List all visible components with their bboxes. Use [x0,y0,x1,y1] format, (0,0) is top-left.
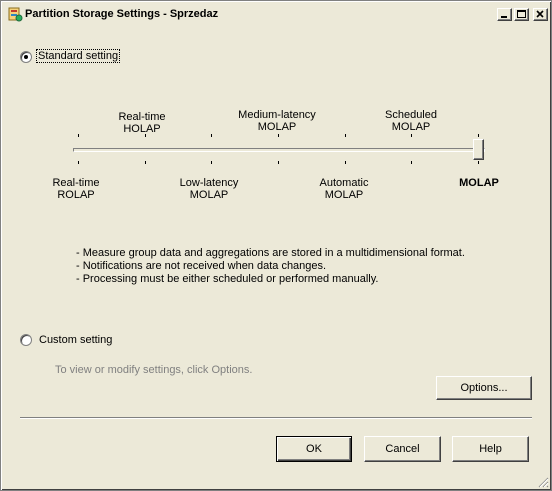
description-line: - Notifications are not received when da… [76,260,327,272]
level-line2: ROLAP [57,189,95,201]
window-title: Partition Storage Settings - Sprzedaz [25,8,219,20]
level-line2: MOLAP [189,189,229,201]
options-hint: To view or modify settings, click Option… [55,364,253,376]
level-line1: Scheduled [385,109,437,121]
slider-tick [411,161,412,164]
slider-tick [478,161,479,164]
cancel-button[interactable]: Cancel [364,436,441,462]
level-line1: Real-time [52,177,100,189]
maximize-icon [517,10,526,18]
level-label-medium-latency-molap: Medium-latency MOLAP [232,109,322,133]
description-line: - Measure group data and aggregations ar… [76,247,465,259]
close-button[interactable] [533,8,548,21]
standard-setting-label[interactable]: Standard setting [35,49,121,63]
level-line2: MOLAP [257,121,297,133]
level-label-realtime-holap: Real-time HOLAP [97,111,187,135]
slider-tick [345,161,346,164]
slider-tick [211,161,212,164]
maximize-button[interactable] [514,8,529,21]
slider-tick [78,161,79,164]
slider-tick [411,134,412,137]
description-line: - Processing must be either scheduled or… [76,273,379,285]
level-label-scheduled-molap: Scheduled MOLAP [366,109,456,133]
slider-tick [145,134,146,137]
help-button[interactable]: Help [452,436,529,462]
level-label-automatic-molap: Automatic MOLAP [299,177,389,201]
custom-setting-radio[interactable] [20,334,32,346]
level-line2: HOLAP [123,123,161,135]
standard-setting-radio[interactable] [20,51,32,63]
custom-setting-label[interactable]: Custom setting [39,334,112,346]
level-label-low-latency-molap: Low-latency MOLAP [164,177,254,201]
close-icon [536,10,544,18]
slider-tick [211,134,212,137]
level-line1: Medium-latency [238,109,316,121]
separator [20,417,532,419]
slider-tick [345,134,346,137]
level-label-molap: MOLAP [434,177,524,189]
minimize-icon [501,16,507,18]
slider-tick [278,134,279,137]
storage-level-slider-thumb[interactable] [473,139,484,160]
options-button[interactable]: Options... [436,376,532,400]
app-icon [8,7,23,22]
slider-tick [278,161,279,164]
slider-tick [145,161,146,164]
storage-level-slider-track[interactable] [73,148,485,152]
resize-grip-icon[interactable] [537,476,549,488]
minimize-button[interactable] [497,8,512,21]
level-label-realtime-rolap: Real-time ROLAP [31,177,121,201]
slider-tick [478,134,479,137]
level-line1: Automatic [319,177,369,189]
level-line1: Low-latency [179,177,239,189]
level-line1: Real-time [118,111,166,123]
dialog-window: Partition Storage Settings - Sprzedaz St… [0,0,552,491]
ok-button[interactable]: OK [276,436,352,462]
storage-description: - Measure group data and aggregations ar… [76,247,465,286]
title-bar[interactable]: Partition Storage Settings - Sprzedaz [4,4,548,24]
level-line2: MOLAP [391,121,431,133]
slider-tick [78,134,79,137]
level-line1: MOLAP [459,177,499,189]
level-line2: MOLAP [324,189,364,201]
